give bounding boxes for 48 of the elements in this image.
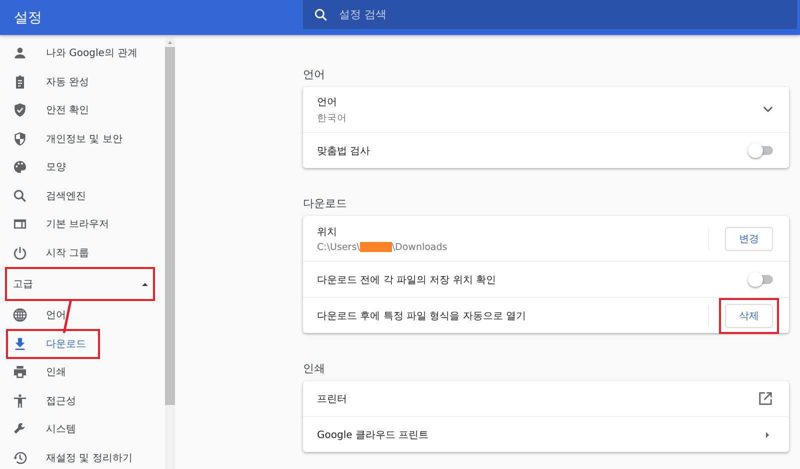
sidebar-item[interactable]: 나와 Google의 관계 [0, 40, 138, 66]
caret-icon [142, 282, 148, 286]
setting-label: 맞춤법 검사 [317, 144, 372, 158]
shield-icon [12, 130, 28, 147]
printer-icon [12, 364, 28, 380]
search-icon [12, 188, 28, 204]
setting-label: 다운로드 후에 특정 파일 형식을 자동으로 열기 [317, 310, 528, 322]
globe-icon [12, 307, 28, 324]
accessibility-icon [12, 392, 28, 409]
sidebar-item[interactable]: 시스템 [0, 416, 76, 442]
palette-icon [12, 159, 28, 176]
setting-label: 위치 [317, 226, 338, 238]
section-title: 다운로드 [303, 196, 348, 212]
setting-label: 언어 [317, 96, 338, 108]
page-title: 설정 [13, 9, 43, 27]
chevron-down-icon[interactable] [763, 106, 773, 113]
sidebar-item[interactable]: 자동 완성 [0, 68, 90, 95]
setting-label: Google 클라우드 프린트 [317, 428, 430, 442]
setting-label: 프린터 [317, 392, 348, 406]
sidebar-item[interactable]: 안전 확인 [0, 97, 90, 124]
sidebar-item[interactable]: 인쇄 [0, 359, 66, 386]
sidebar-item[interactable]: 재설정 및 정리하기 [0, 444, 132, 469]
search-field[interactable]: 설정 검색 [303, 0, 797, 29]
folder-path: C:\Users\ \Downloads [317, 242, 448, 252]
power-icon [12, 244, 28, 261]
external-link-icon[interactable] [758, 391, 773, 406]
toggle-switch[interactable] [751, 146, 773, 155]
sidebar-item[interactable]: 접근성 [0, 388, 76, 414]
caret-right-icon[interactable] [766, 432, 769, 438]
change-button[interactable]: 변경 [725, 226, 773, 250]
advanced-section-header[interactable]: 고급 [7, 269, 153, 299]
sidebar-item[interactable]: 기본 브라우저 [0, 211, 110, 238]
person-icon [12, 45, 28, 62]
toggle-switch[interactable] [751, 275, 773, 284]
sidebar-item[interactable]: 검색엔진 [0, 182, 86, 209]
sidebar-item[interactable]: 언어 [0, 302, 66, 328]
section-title: 언어 [303, 67, 326, 83]
setting-value: 한국어 [317, 112, 348, 124]
section-title: 인쇄 [303, 361, 326, 377]
shield-check-icon [12, 102, 28, 118]
remove-button[interactable]: 삭제 [725, 304, 773, 328]
sidebar-item[interactable]: 모양 [0, 154, 66, 180]
search-icon [313, 7, 329, 23]
sidebar-item[interactable]: 개인정보 및 보안 [0, 126, 122, 152]
sidebar-item[interactable]: 다운로드 [8, 330, 98, 357]
sidebar-item[interactable]: 시작 그룹 [0, 240, 90, 266]
setting-label: 다운로드 전에 각 파일의 저장 위치 확인 [317, 274, 498, 286]
history-icon [12, 450, 28, 466]
